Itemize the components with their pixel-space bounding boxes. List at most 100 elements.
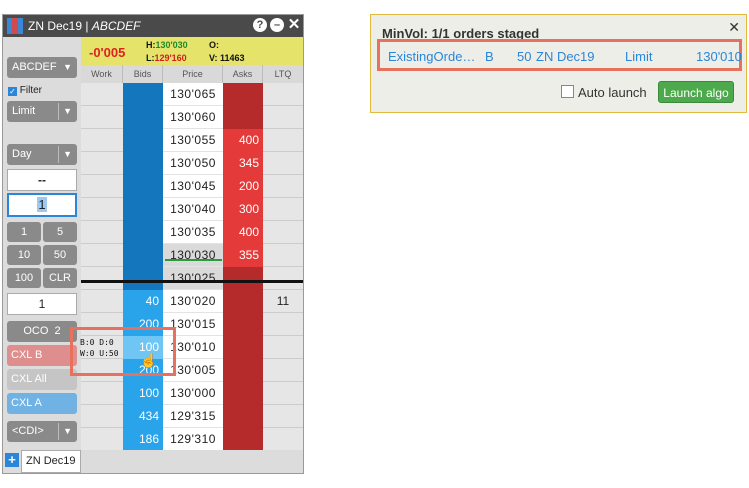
ask-cell[interactable]: 300 (223, 198, 263, 221)
bid-cell[interactable] (123, 175, 163, 198)
bid-cell[interactable]: 186 (123, 428, 163, 451)
qty-button-50[interactable]: 50 (43, 245, 77, 265)
tif-dropdown[interactable]: Day ▼ (7, 144, 77, 165)
ltq-cell (263, 382, 303, 405)
bid-cell[interactable] (123, 267, 163, 290)
quantity-input[interactable]: 1 (7, 193, 77, 217)
ask-cell[interactable] (223, 428, 263, 451)
cdi-value: <CDI> (12, 425, 44, 437)
oco-label: OCO (23, 325, 49, 337)
add-tab-icon[interactable]: + (5, 453, 19, 467)
ltq-cell (263, 267, 303, 290)
work-cell[interactable] (81, 129, 123, 152)
filter-checkbox[interactable]: ✓ Filter (8, 85, 42, 96)
clear-button[interactable]: CLR (43, 268, 77, 288)
price-cell: 129'315 (163, 405, 223, 428)
ask-cell[interactable]: 200 (223, 175, 263, 198)
cancel-all-button[interactable]: CXL All (7, 369, 77, 390)
ltq-cell (263, 244, 303, 267)
account-value: ABCDEF (12, 61, 57, 73)
ask-cell[interactable] (223, 106, 263, 129)
bid-cell[interactable] (123, 198, 163, 221)
minimize-icon[interactable]: – (270, 18, 284, 32)
order-type-dropdown[interactable]: Limit ▼ (7, 101, 77, 122)
ask-cell[interactable] (223, 267, 263, 290)
highlight-box (70, 327, 176, 376)
title-bar[interactable]: ZN Dec19 | ABCDEF ? – ✕ (3, 15, 303, 37)
bid-cell[interactable]: 100 (123, 382, 163, 405)
ask-cell[interactable] (223, 405, 263, 428)
ltq-cell (263, 405, 303, 428)
oco-button[interactable]: OCO 2 (7, 321, 77, 342)
order-type-value: Limit (12, 105, 36, 117)
work-cell[interactable] (81, 244, 123, 267)
work-cell[interactable] (81, 290, 123, 313)
market-info-bar: -0'005 H:130'030 O: L:129'160 V: 11463 (81, 37, 303, 65)
work-cell[interactable] (81, 267, 123, 290)
ltq-cell (263, 129, 303, 152)
bid-cell[interactable] (123, 106, 163, 129)
work-cell[interactable] (81, 106, 123, 129)
hand-cursor-icon: ☝ (140, 352, 158, 368)
bid-cell[interactable] (123, 152, 163, 175)
order-quantity: 50 (517, 49, 532, 64)
column-header-bids: Bids (123, 65, 163, 83)
help-icon[interactable]: ? (253, 18, 267, 32)
auto-launch-checkbox[interactable]: Auto launch (561, 85, 647, 100)
checkbox-checked-icon: ✓ (8, 87, 17, 96)
ask-cell[interactable]: 400 (223, 129, 263, 152)
auto-launch-label: Auto launch (578, 85, 647, 100)
ask-cell[interactable] (223, 336, 263, 359)
chevron-down-icon: ▼ (63, 426, 72, 436)
price-cell: 130'045 (163, 175, 223, 198)
ask-cell[interactable] (223, 313, 263, 336)
bid-cell[interactable]: 40 (123, 290, 163, 313)
work-cell[interactable] (81, 175, 123, 198)
qty-button-100[interactable]: 100 (7, 268, 41, 288)
work-cell[interactable] (81, 221, 123, 244)
ask-cell[interactable] (223, 290, 263, 313)
cancel-bids-button[interactable]: CXL B (7, 345, 77, 366)
account-dropdown[interactable]: ABCDEF ▼ (7, 57, 77, 78)
ltq-cell (263, 313, 303, 336)
close-icon[interactable]: ✕ (728, 19, 740, 36)
ask-cell[interactable]: 400 (223, 221, 263, 244)
ask-cell[interactable] (223, 83, 263, 106)
bid-cell[interactable] (123, 244, 163, 267)
order-quantity-display: 1 (7, 293, 77, 315)
work-cell[interactable] (81, 428, 123, 451)
high-label: H: (146, 40, 156, 50)
work-cell[interactable] (81, 83, 123, 106)
bid-cell[interactable] (123, 83, 163, 106)
qty-button-10[interactable]: 10 (7, 245, 41, 265)
bid-cell[interactable] (123, 221, 163, 244)
ask-cell[interactable]: 345 (223, 152, 263, 175)
qty-button-5[interactable]: 5 (43, 222, 77, 242)
cdi-dropdown[interactable]: <CDI> ▼ (7, 421, 77, 442)
contract-title: ZN Dec19 (28, 19, 83, 33)
work-cell[interactable] (81, 382, 123, 405)
bid-cell[interactable]: 434 (123, 405, 163, 428)
staged-order-row[interactable]: ExistingOrde… B 50 ZN Dec19 Limit 130'01… (377, 39, 742, 71)
ask-cell[interactable] (223, 359, 263, 382)
qty-button-1[interactable]: 1 (7, 222, 41, 242)
ask-cell[interactable]: 355 (223, 244, 263, 267)
low-value: 129'160 (154, 53, 187, 63)
work-cell[interactable] (81, 405, 123, 428)
work-cell[interactable] (81, 152, 123, 175)
tab-zn-dec19[interactable]: ZN Dec19 (21, 450, 81, 473)
work-cell[interactable] (81, 198, 123, 221)
minvol-popup: MinVol: 1/1 orders staged ✕ ExistingOrde… (370, 14, 747, 113)
volume-value: 11463 (220, 53, 245, 63)
volume: V: 11463 (209, 53, 245, 63)
ltq-cell (263, 428, 303, 451)
cancel-asks-button[interactable]: CXL A (7, 393, 77, 414)
launch-algo-button[interactable]: Launch algo (658, 81, 734, 103)
ask-cell[interactable] (223, 382, 263, 405)
close-icon[interactable]: ✕ (287, 17, 301, 32)
ltq-cell (263, 175, 303, 198)
ltq-cell (263, 198, 303, 221)
price-cell: 130'035 (163, 221, 223, 244)
bid-cell[interactable] (123, 129, 163, 152)
ltq-cell (263, 336, 303, 359)
